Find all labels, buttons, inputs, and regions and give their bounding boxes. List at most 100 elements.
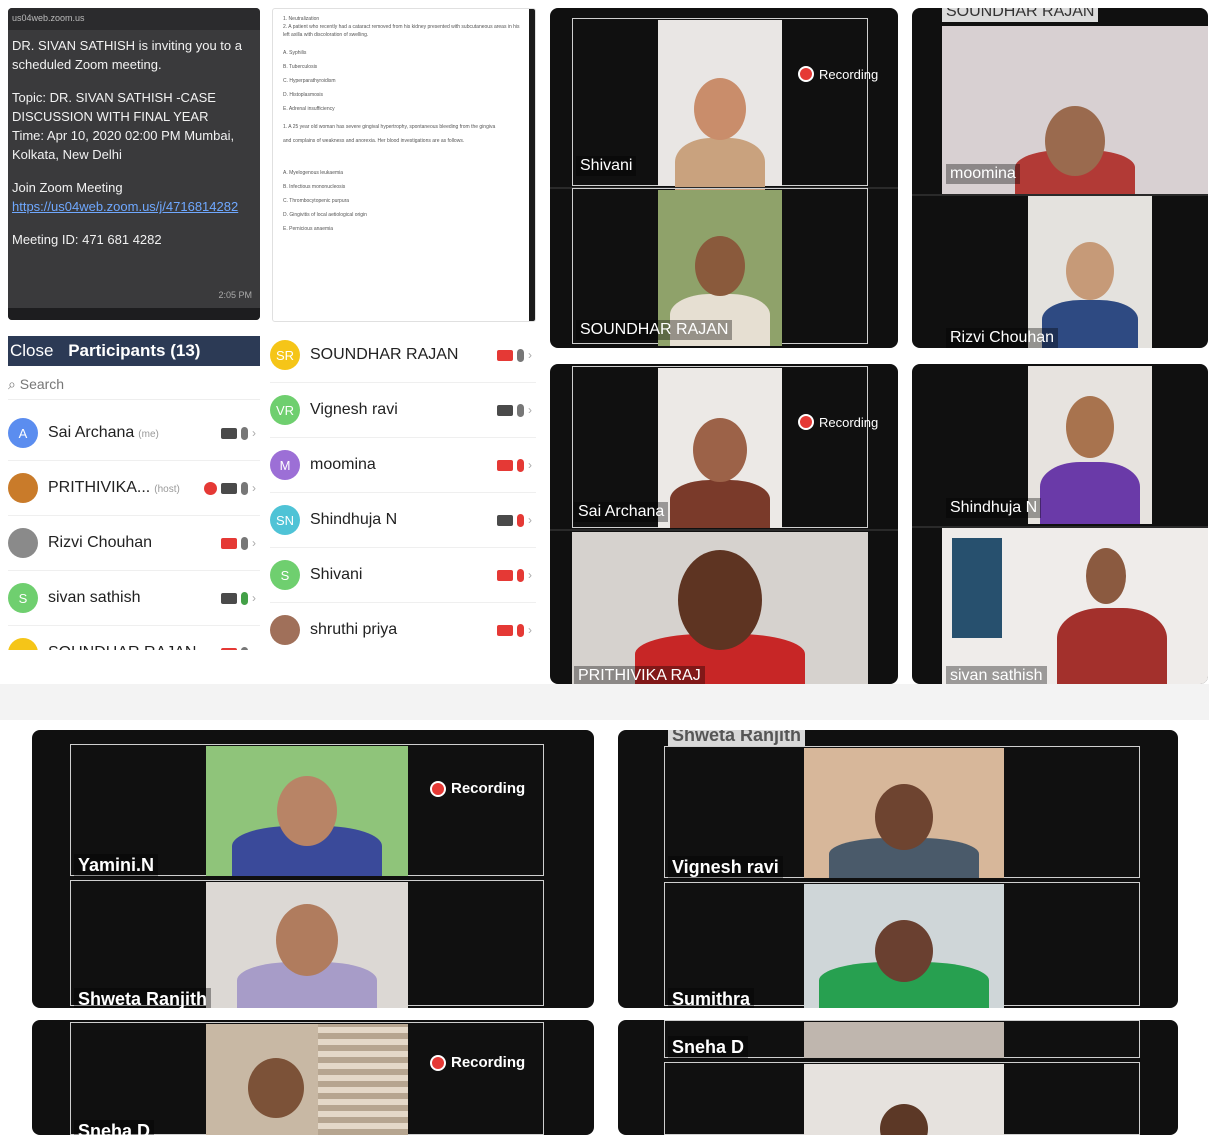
video-off-icon[interactable] — [497, 569, 513, 581]
video-off-icon[interactable] — [221, 537, 237, 549]
mic-muted-icon[interactable] — [517, 623, 524, 637]
participant-row[interactable]: SR SOUNDHAR RAJAN › — [270, 336, 536, 383]
video-icon[interactable] — [221, 592, 237, 604]
avatar: M — [270, 450, 300, 480]
invite-text: DR. SIVAN SATHISH is inviting you to a s… — [12, 38, 242, 72]
participant-row[interactable]: Ssivan sathish › — [8, 571, 260, 626]
video-grid-6: Shweta Ranjith Vignesh ravi Sumithra — [618, 730, 1178, 1008]
participant-controls: › — [221, 536, 260, 550]
doc-option: D. Gingivitis of local aetiological orig… — [283, 212, 367, 218]
chevron-right-icon[interactable]: › — [252, 481, 256, 495]
participant-name-text: Shindhuja N — [310, 511, 398, 528]
chevron-right-icon[interactable]: › — [252, 646, 256, 650]
video-grid-4: Shindhuja N sivan sathish — [912, 364, 1208, 684]
participant-video — [206, 1024, 408, 1135]
mic-muted-icon[interactable] — [517, 513, 524, 527]
participant-name-label: Shindhuja N — [946, 498, 1042, 518]
doc-option: C. Hyperparathyroidism — [283, 78, 336, 84]
chevron-right-icon[interactable]: › — [528, 458, 532, 472]
search-placeholder: Search — [19, 376, 65, 392]
participant-name-label: Shweta Ranjith — [668, 730, 806, 747]
invite-timestamp: 2:05 PM — [218, 290, 252, 300]
doc-question-2-text: and complains of weakness and anorexia. … — [283, 138, 465, 144]
collage-separator — [0, 684, 1209, 720]
video-icon[interactable] — [221, 482, 237, 494]
video-icon[interactable] — [497, 514, 513, 526]
doc-option: B. Tuberculosis — [283, 64, 318, 70]
participant-controls: › — [221, 646, 260, 650]
recording-indicator: Recording — [430, 1054, 525, 1071]
chevron-right-icon[interactable]: › — [528, 568, 532, 582]
mic-icon[interactable] — [517, 348, 524, 362]
participant-controls: › — [497, 513, 536, 527]
participant-video — [804, 1064, 1004, 1135]
doc-question-2: 1. A 25 year old woman has severe gingiv… — [283, 124, 496, 130]
recording-indicator: Recording — [798, 414, 878, 430]
recording-indicator: Recording — [430, 780, 525, 797]
mic-muted-icon[interactable] — [517, 458, 524, 472]
search-input[interactable]: ⌕ Search — [8, 374, 260, 400]
participant-name-label: Rizvi Chouhan — [946, 328, 1059, 348]
chevron-right-icon[interactable]: › — [252, 426, 256, 440]
participant-row[interactable]: SOUNDHAR RAJAN › — [8, 626, 260, 650]
participant-video — [804, 884, 1004, 1008]
chevron-right-icon[interactable]: › — [528, 513, 532, 527]
participant-row[interactable]: Rizvi Chouhan › — [8, 516, 260, 571]
doc-option: E. Adrenal insufficiency — [283, 106, 335, 112]
participants-title: Participants (13) — [68, 341, 201, 360]
mic-icon[interactable] — [241, 591, 248, 605]
participant-name: PRITHIVIKA... (host) — [48, 479, 204, 497]
participant-video — [1028, 196, 1152, 348]
invite-header: us04web.zoom.us — [8, 8, 260, 30]
mic-icon[interactable] — [241, 426, 248, 440]
video-grid-3: Recording Sai Archana PRITHIVIKA RAJ — [550, 364, 898, 684]
close-button[interactable]: Close — [10, 341, 53, 360]
video-off-icon[interactable] — [497, 459, 513, 471]
participant-name: Shindhuja N — [310, 511, 497, 529]
participant-name-label: SOUNDHAR RAJAN — [942, 8, 1099, 22]
participant-list-right: SR SOUNDHAR RAJAN › VR Vignesh ravi › Mmoomina… — [270, 336, 536, 650]
video-off-icon[interactable] — [221, 647, 237, 650]
participant-video — [942, 528, 1208, 684]
chevron-right-icon[interactable]: › — [528, 403, 532, 417]
video-off-icon[interactable] — [497, 349, 513, 361]
participant-name-text: Vignesh ravi — [310, 401, 398, 418]
video-grid-5: Recording Yamini.N Shweta Ranjith — [32, 730, 594, 1008]
participant-controls: › — [497, 458, 536, 472]
avatar — [8, 638, 38, 650]
participant-row[interactable]: PRITHIVIKA... (host) › — [8, 461, 260, 516]
chevron-right-icon[interactable]: › — [252, 591, 256, 605]
participant-name-text: Rizvi Chouhan — [48, 534, 153, 551]
participant-name: moomina — [310, 456, 497, 474]
participant-row[interactable]: VR Vignesh ravi › — [270, 383, 536, 438]
video-grid-2: SOUNDHAR RAJAN moomina Rizvi Chouhan — [912, 8, 1208, 348]
participant-row[interactable]: shruthi priya › — [270, 603, 536, 650]
doc-question-1: 2. A patient who recently had a cataract… — [283, 24, 520, 38]
invite-link[interactable]: https://us04web.zoom.us/j/4716814282 — [12, 197, 256, 216]
doc-option: A. Syphilis — [283, 50, 307, 56]
participant-name: shruthi priya — [310, 621, 497, 639]
participant-row[interactable]: SN Shindhuja N › — [270, 493, 536, 548]
mic-icon[interactable] — [241, 481, 248, 495]
recording-label: Recording — [819, 66, 879, 82]
participant-name-label: moomina — [946, 164, 1020, 184]
participant-row[interactable]: Mmoomina › — [270, 438, 536, 493]
participant-row[interactable]: A Sai Archana (me) › — [8, 406, 260, 461]
doc-option: A. Myelogenous leukaemia — [283, 170, 344, 176]
mic-icon[interactable] — [517, 403, 524, 417]
recording-label: Recording — [451, 780, 526, 797]
video-icon[interactable] — [497, 404, 513, 416]
chevron-right-icon[interactable]: › — [528, 348, 532, 362]
chevron-right-icon[interactable]: › — [252, 536, 256, 550]
mic-muted-icon[interactable] — [517, 568, 524, 582]
mic-icon[interactable] — [241, 536, 248, 550]
participant-controls: › — [204, 481, 260, 495]
participant-row[interactable]: S Shivani › — [270, 548, 536, 603]
participant-name: SOUNDHAR RAJAN — [310, 346, 497, 364]
video-icon[interactable] — [221, 427, 237, 439]
mic-icon[interactable] — [241, 646, 248, 650]
video-off-icon[interactable] — [497, 624, 513, 636]
participant-name-text: SOUNDHAR RAJAN — [48, 644, 196, 650]
participant-controls: › — [497, 568, 536, 582]
chevron-right-icon[interactable]: › — [528, 623, 532, 637]
